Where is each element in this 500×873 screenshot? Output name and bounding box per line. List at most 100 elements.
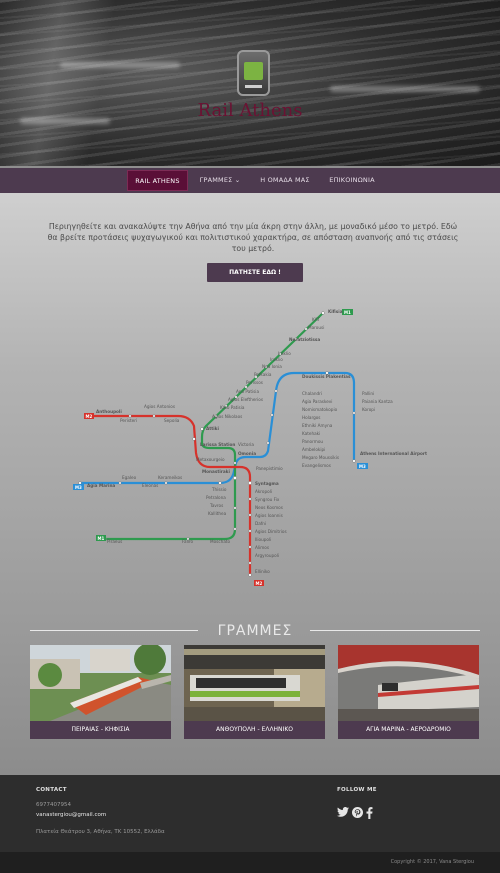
- svg-text:Pallini: Pallini: [362, 391, 374, 396]
- svg-text:Kifisia: Kifisia: [328, 309, 343, 314]
- svg-text:Neratziotissa: Neratziotissa: [289, 337, 320, 342]
- svg-text:Kerameikos: Kerameikos: [158, 475, 182, 480]
- line-card-m2[interactable]: ΑΝΘΟΥΠΟΛΗ - ΕΛΛΗΝΙΚΟ: [184, 645, 325, 739]
- svg-text:Katehaki: Katehaki: [302, 431, 320, 436]
- nav-item-rail-athens[interactable]: RAIL ATHENS: [127, 170, 188, 191]
- svg-text:Koropi: Koropi: [362, 407, 375, 412]
- address-text: Πλατεία Θεάτρου 3, Αθήνα, ΤΚ 10552, Ελλά…: [36, 829, 165, 835]
- svg-text:Elliniko: Elliniko: [255, 569, 270, 574]
- svg-text:Piraeus: Piraeus: [107, 539, 122, 544]
- email-link[interactable]: vanastergiou@gmail.com: [36, 812, 106, 818]
- svg-text:Pefkakia: Pefkakia: [254, 372, 272, 377]
- svg-text:Ano Patisia: Ano Patisia: [236, 389, 259, 394]
- svg-text:Eleonas: Eleonas: [142, 483, 158, 488]
- bottom-bar: Copyright © 2017, Vana Stergiou: [0, 852, 500, 873]
- svg-text:Moschato: Moschato: [210, 539, 231, 544]
- line-card-caption[interactable]: ΑΓΙΑ ΜΑΡΙΝΑ - ΑΕΡΟΔΡΟΜΙΟ: [338, 721, 479, 739]
- twitter-icon[interactable]: [337, 807, 349, 819]
- divider: [310, 630, 480, 631]
- contact-heading: CONTACT: [36, 787, 67, 793]
- svg-text:Akropoli: Akropoli: [255, 489, 272, 494]
- m2-badge-label: M2: [86, 414, 93, 419]
- m2-line: [92, 414, 252, 575]
- svg-text:Agios Dimitrios: Agios Dimitrios: [255, 529, 287, 534]
- svg-text:Ethniki Amyna: Ethniki Amyna: [302, 423, 333, 428]
- footer: CONTACT 6977407954 vanastergiou@gmail.co…: [0, 775, 500, 852]
- light-streak: [330, 86, 480, 92]
- svg-text:Dafni: Dafni: [255, 521, 266, 526]
- pinterest-icon[interactable]: [352, 807, 363, 819]
- svg-text:Larissa Station: Larissa Station: [200, 442, 235, 447]
- svg-text:Athens International Airport: Athens International Airport: [360, 451, 427, 456]
- m1-badge-label: M1: [98, 536, 105, 541]
- light-streak: [60, 62, 180, 68]
- svg-text:Monastiraki: Monastiraki: [202, 469, 230, 474]
- logo-window: [244, 62, 263, 80]
- svg-text:Agios Ioannis: Agios Ioannis: [255, 513, 283, 518]
- svg-text:Holargos: Holargos: [302, 415, 321, 420]
- line-card-caption[interactable]: ΠΕΙΡΑΙΑΣ - ΚΗΦΙΣΙΑ: [30, 721, 171, 739]
- svg-text:Syntagma: Syntagma: [255, 481, 279, 486]
- nav-item-lines[interactable]: ΓΡΑΜΜΕΣ ⌄: [195, 170, 245, 191]
- line-card-m3[interactable]: ΑΓΙΑ ΜΑΡΙΝΑ - ΑΕΡΟΔΡΟΜΙΟ: [338, 645, 479, 739]
- station-labels: Kifisia KAT Marousi Neratziotissa Irakli…: [87, 309, 427, 574]
- svg-text:Agios Nikolaos: Agios Nikolaos: [212, 414, 242, 419]
- svg-text:Megaro Moussikis: Megaro Moussikis: [302, 455, 339, 460]
- svg-text:Paiania Kantza: Paiania Kantza: [362, 399, 393, 404]
- svg-text:Iraklio: Iraklio: [278, 351, 291, 356]
- m2-badge-label: M2: [256, 581, 263, 586]
- svg-text:Kato Patisia: Kato Patisia: [220, 405, 245, 410]
- svg-text:Nea Ionia: Nea Ionia: [262, 364, 282, 369]
- svg-text:Agios Antonios: Agios Antonios: [144, 404, 175, 409]
- metro-train-logo[interactable]: [237, 50, 270, 96]
- svg-text:Alimos: Alimos: [255, 545, 269, 550]
- svg-text:Omonia: Omonia: [238, 451, 256, 456]
- main-content: Περιηγηθείτε και ανακαλύψτε την Αθήνα απ…: [0, 193, 500, 775]
- svg-text:Evangelismos: Evangelismos: [302, 463, 331, 468]
- svg-text:Kallithea: Kallithea: [208, 511, 227, 516]
- phone-number[interactable]: 6977407954: [36, 802, 71, 808]
- svg-text:Faliro: Faliro: [182, 539, 194, 544]
- nav-item-team[interactable]: Η ΟΜΑΔΑ ΜΑΣ: [255, 170, 315, 191]
- intro-text: Περιηγηθείτε και ανακαλύψτε την Αθήνα απ…: [47, 222, 459, 253]
- metro-map: M1 M2 M3 M1 M3 M2 Kifisia KAT Marousi Ne…: [73, 309, 427, 586]
- copyright-text: Copyright © 2017, Vana Stergiou: [390, 859, 474, 865]
- svg-text:Neos Kosmos: Neos Kosmos: [255, 505, 283, 510]
- m3-badge-label: M3: [359, 464, 366, 469]
- svg-text:Ambelokipi: Ambelokipi: [302, 447, 325, 452]
- m2-train-photo[interactable]: [184, 645, 325, 721]
- m3-train-photo[interactable]: [338, 645, 479, 721]
- svg-text:Marousi: Marousi: [308, 325, 324, 330]
- svg-text:Agia Paraskevi: Agia Paraskevi: [302, 399, 332, 404]
- svg-text:Argyroupoli: Argyroupoli: [255, 553, 279, 558]
- cta-button[interactable]: ΠΑΤΗΣΤΕ ΕΔΩ !: [207, 263, 303, 282]
- nav-item-contact[interactable]: ΕΠΙΚΟΙΝΩΝΙΑ: [323, 170, 381, 191]
- svg-text:Metaxourgeio: Metaxourgeio: [196, 457, 225, 462]
- facebook-icon[interactable]: [366, 807, 373, 819]
- svg-text:Peristeri: Peristeri: [120, 418, 137, 423]
- svg-text:Ilioupoli: Ilioupoli: [255, 537, 271, 542]
- hero-banner: Rail Athens: [0, 0, 500, 166]
- svg-text:Victoria: Victoria: [238, 442, 254, 447]
- svg-text:Panormou: Panormou: [302, 439, 323, 444]
- svg-text:Tavros: Tavros: [209, 503, 223, 508]
- svg-text:Perissos: Perissos: [246, 380, 263, 385]
- svg-text:Chalandri: Chalandri: [302, 391, 322, 396]
- svg-text:Agios Eleftherios: Agios Eleftherios: [228, 397, 263, 402]
- m1-train-photo[interactable]: [30, 645, 171, 721]
- logo-bumper: [245, 85, 262, 89]
- svg-text:Anthoupoli: Anthoupoli: [96, 409, 122, 414]
- site-title[interactable]: Rail Athens: [0, 100, 500, 121]
- svg-text:Syngrou Fix: Syngrou Fix: [255, 497, 280, 502]
- line-card-m1[interactable]: ΠΕΙΡΑΙΑΣ - ΚΗΦΙΣΙΑ: [30, 645, 171, 739]
- m1-badge-label: M1: [344, 310, 351, 315]
- svg-text:Nomismatokopio: Nomismatokopio: [302, 407, 338, 412]
- follow-heading: FOLLOW ME: [337, 787, 377, 793]
- svg-text:Thissio: Thissio: [211, 487, 227, 492]
- svg-text:Sepolia: Sepolia: [164, 418, 180, 423]
- svg-text:Petralona: Petralona: [206, 495, 226, 500]
- lines-section-header: ΓΡΑΜΜΕΣ: [30, 623, 480, 639]
- svg-text:Agia Marina: Agia Marina: [87, 483, 115, 488]
- line-card-caption[interactable]: ΑΝΘΟΥΠΟΛΗ - ΕΛΛΗΝΙΚΟ: [184, 721, 325, 739]
- svg-text:Panepistimio: Panepistimio: [256, 466, 283, 471]
